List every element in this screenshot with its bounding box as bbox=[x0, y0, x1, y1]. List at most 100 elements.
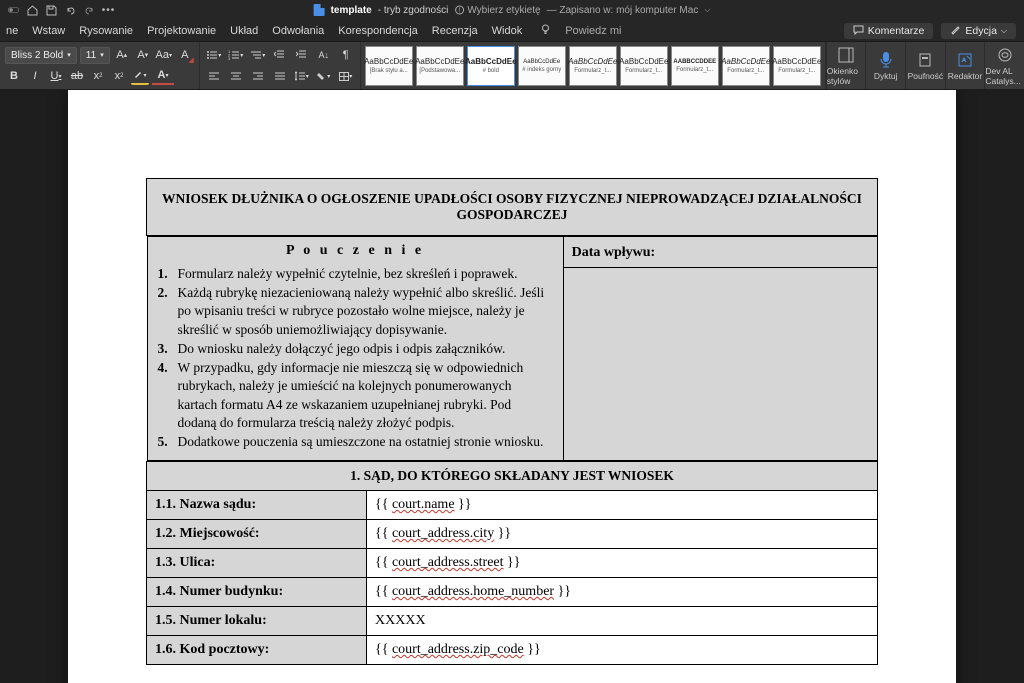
style-item-4[interactable]: AaBbCcDdEeFormularz_t... bbox=[569, 46, 617, 86]
field-label: 1.5. Numer lokalu: bbox=[147, 607, 367, 636]
sensitivity-label-prompt[interactable]: ! Wybierz etykietę bbox=[454, 5, 540, 16]
pouczenie-header: P o u c z e n i e bbox=[158, 243, 553, 259]
change-case-icon[interactable]: Aa▾ bbox=[155, 46, 173, 64]
pouczenie-list: 1.Formularz należy wypełnić czytelnie, b… bbox=[158, 265, 553, 451]
tab-mailings[interactable]: Korespondencja bbox=[338, 25, 418, 37]
align-center-icon[interactable] bbox=[227, 67, 245, 85]
autosave-toggle[interactable] bbox=[8, 5, 19, 16]
editing-button[interactable]: Edycja ⌵ bbox=[941, 23, 1016, 39]
page: WNIOSEK DŁUŻNIKA O OGŁOSZENIE UPADŁOŚCI … bbox=[68, 90, 956, 683]
style-item-1[interactable]: AaBbCcDdEe[Podstawowa... bbox=[416, 46, 464, 86]
styles-pane-icon bbox=[837, 46, 855, 64]
tab-view[interactable]: Widok bbox=[492, 25, 523, 37]
document-name: template bbox=[331, 5, 372, 16]
field-row: 1.4. Numer budynku: {{ court_address.hom… bbox=[147, 578, 878, 607]
field-value: {{ court_address.street }} bbox=[367, 549, 878, 578]
chevron-down-icon: ⌵ bbox=[1001, 26, 1007, 36]
style-item-8[interactable]: AaBbCcDdEeFormularz_t... bbox=[773, 46, 821, 86]
field-row: 1.1. Nazwa sądu: {{ court.name }} bbox=[147, 491, 878, 520]
tellme-icon[interactable] bbox=[540, 24, 551, 38]
addon-icon bbox=[996, 46, 1014, 64]
font-color-icon[interactable]: A▾ bbox=[152, 67, 174, 85]
tab-insert[interactable]: Wstaw bbox=[32, 25, 65, 37]
ellipsis-icon[interactable]: ••• bbox=[103, 5, 114, 16]
increase-indent-icon[interactable] bbox=[293, 46, 311, 64]
bold-icon[interactable]: B bbox=[5, 67, 23, 85]
styles-pane-button[interactable]: Okienko stylów bbox=[826, 42, 866, 89]
save-icon[interactable] bbox=[46, 5, 57, 16]
style-item-5[interactable]: AaBbCcDdEeFormularz_t... bbox=[620, 46, 668, 86]
undo-icon[interactable] bbox=[65, 5, 76, 16]
pouczenie-item: 5.Dodatkowe pouczenia są umieszczone na … bbox=[158, 433, 553, 451]
microphone-icon bbox=[877, 51, 895, 69]
sensitivity-icon bbox=[916, 51, 934, 69]
style-item-0[interactable]: AaBbCcDdEe[Brak stylu a... bbox=[365, 46, 413, 86]
numbering-icon[interactable]: 123▾ bbox=[227, 46, 245, 64]
font-name-select[interactable]: Bliss 2 Bold▾ bbox=[5, 47, 77, 64]
redo-icon[interactable] bbox=[84, 5, 95, 16]
tab-layout[interactable]: Układ bbox=[230, 25, 258, 37]
style-item-6[interactable]: AABBCCDDEEFormularz_t... bbox=[671, 46, 719, 86]
field-row: 1.5. Numer lokalu: XXXXX bbox=[147, 607, 878, 636]
svg-text:!: ! bbox=[458, 8, 460, 15]
field-row: 1.3. Ulica: {{ court_address.street }} bbox=[147, 549, 878, 578]
confidential-button[interactable]: Poufność bbox=[905, 42, 945, 89]
justify-icon[interactable] bbox=[271, 67, 289, 85]
shading-icon[interactable]: ▾ bbox=[315, 67, 333, 85]
ribbon: Bliss 2 Bold▾ 11▾ A▴ A▾ Aa▾ A◢ B I U▾ ab… bbox=[0, 42, 1024, 90]
tab-design[interactable]: Projektowanie bbox=[147, 25, 216, 37]
tab-tellme[interactable]: Powiedz mi bbox=[565, 25, 621, 37]
tab-review[interactable]: Recenzja bbox=[432, 25, 478, 37]
subscript-icon[interactable]: x2 bbox=[89, 67, 107, 85]
multilevel-icon[interactable]: ▾ bbox=[249, 46, 267, 64]
bullets-icon[interactable]: ▾ bbox=[205, 46, 223, 64]
superscript-icon[interactable]: x2 bbox=[110, 67, 128, 85]
underline-icon[interactable]: U▾ bbox=[47, 67, 65, 85]
decrease-font-icon[interactable]: A▾ bbox=[134, 46, 152, 64]
comments-button[interactable]: Komentarze bbox=[844, 23, 934, 39]
align-left-icon[interactable] bbox=[205, 67, 223, 85]
pouczenie-item: 4.W przypadku, gdy informacje nie mieszc… bbox=[158, 359, 553, 432]
italic-icon[interactable]: I bbox=[26, 67, 44, 85]
section-1-header: 1. SĄD, DO KTÓREGO SKŁADANY JEST WNIOSEK bbox=[147, 462, 878, 491]
tab-references[interactable]: Odwołania bbox=[272, 25, 324, 37]
field-label: 1.6. Kod pocztowy: bbox=[147, 636, 367, 665]
field-value: {{ court_address.home_number }} bbox=[367, 578, 878, 607]
sort-icon[interactable]: A↓ bbox=[315, 46, 333, 64]
clear-formatting-icon[interactable]: A◢ bbox=[176, 46, 194, 64]
align-right-icon[interactable] bbox=[249, 67, 267, 85]
show-marks-icon[interactable]: ¶ bbox=[337, 46, 355, 64]
font-group: Bliss 2 Bold▾ 11▾ A▴ A▾ Aa▾ A◢ B I U▾ ab… bbox=[0, 42, 200, 89]
field-label: 1.3. Ulica: bbox=[147, 549, 367, 578]
font-size-select[interactable]: 11▾ bbox=[80, 47, 110, 64]
tab-draw[interactable]: Rysowanie bbox=[79, 25, 133, 37]
decrease-indent-icon[interactable] bbox=[271, 46, 289, 64]
pouczenie-item: 2.Każdą rubrykę niezacieniowaną należy w… bbox=[158, 284, 553, 339]
strikethrough-icon[interactable]: ab bbox=[68, 67, 86, 85]
highlight-icon[interactable]: ▾ bbox=[131, 67, 149, 85]
style-item-2[interactable]: AaBbCcDdEe# bold bbox=[467, 46, 515, 86]
home-icon[interactable] bbox=[27, 5, 38, 16]
line-spacing-icon[interactable]: ▾ bbox=[293, 67, 311, 85]
dictate-button[interactable]: Dyktuj bbox=[865, 42, 905, 89]
tab-home[interactable]: ne bbox=[6, 25, 18, 37]
chevron-down-icon[interactable]: ⌵ bbox=[704, 5, 710, 15]
paragraph-group: ▾ 123▾ ▾ A↓ ¶ ▾ ▾ ▾ bbox=[200, 42, 361, 89]
pouczenie-cell: P o u c z e n i e 1.Formularz należy wyp… bbox=[147, 237, 563, 461]
style-item-7[interactable]: AaBbCcDdEeFormularz_t... bbox=[722, 46, 770, 86]
compat-mode: - tryb zgodności bbox=[378, 5, 449, 16]
quick-access: ••• bbox=[8, 5, 114, 16]
borders-icon[interactable]: ▾ bbox=[337, 67, 355, 85]
field-value: {{ court_address.city }} bbox=[367, 520, 878, 549]
style-item-3[interactable]: AaBbCcDdEe# indeks gorny bbox=[518, 46, 566, 86]
devalx-button[interactable]: Dev AL Catalys... bbox=[984, 42, 1024, 89]
field-value: {{ court.name }} bbox=[367, 491, 878, 520]
increase-font-icon[interactable]: A▴ bbox=[113, 46, 131, 64]
document-area[interactable]: WNIOSEK DŁUŻNIKA O OGŁOSZENIE UPADŁOŚCI … bbox=[0, 90, 1024, 683]
pouczenie-item: 3.Do wniosku należy dołączyć jego odpis … bbox=[158, 340, 553, 358]
save-status: — Zapisano w: mój komputer Mac bbox=[547, 5, 699, 16]
field-value: XXXXX bbox=[367, 607, 878, 636]
pouczenie-item: 1.Formularz należy wypełnić czytelnie, b… bbox=[158, 265, 553, 283]
data-wplywu-header: Data wpływu: bbox=[563, 237, 877, 268]
editor-button[interactable]: Redaktor bbox=[945, 42, 985, 89]
